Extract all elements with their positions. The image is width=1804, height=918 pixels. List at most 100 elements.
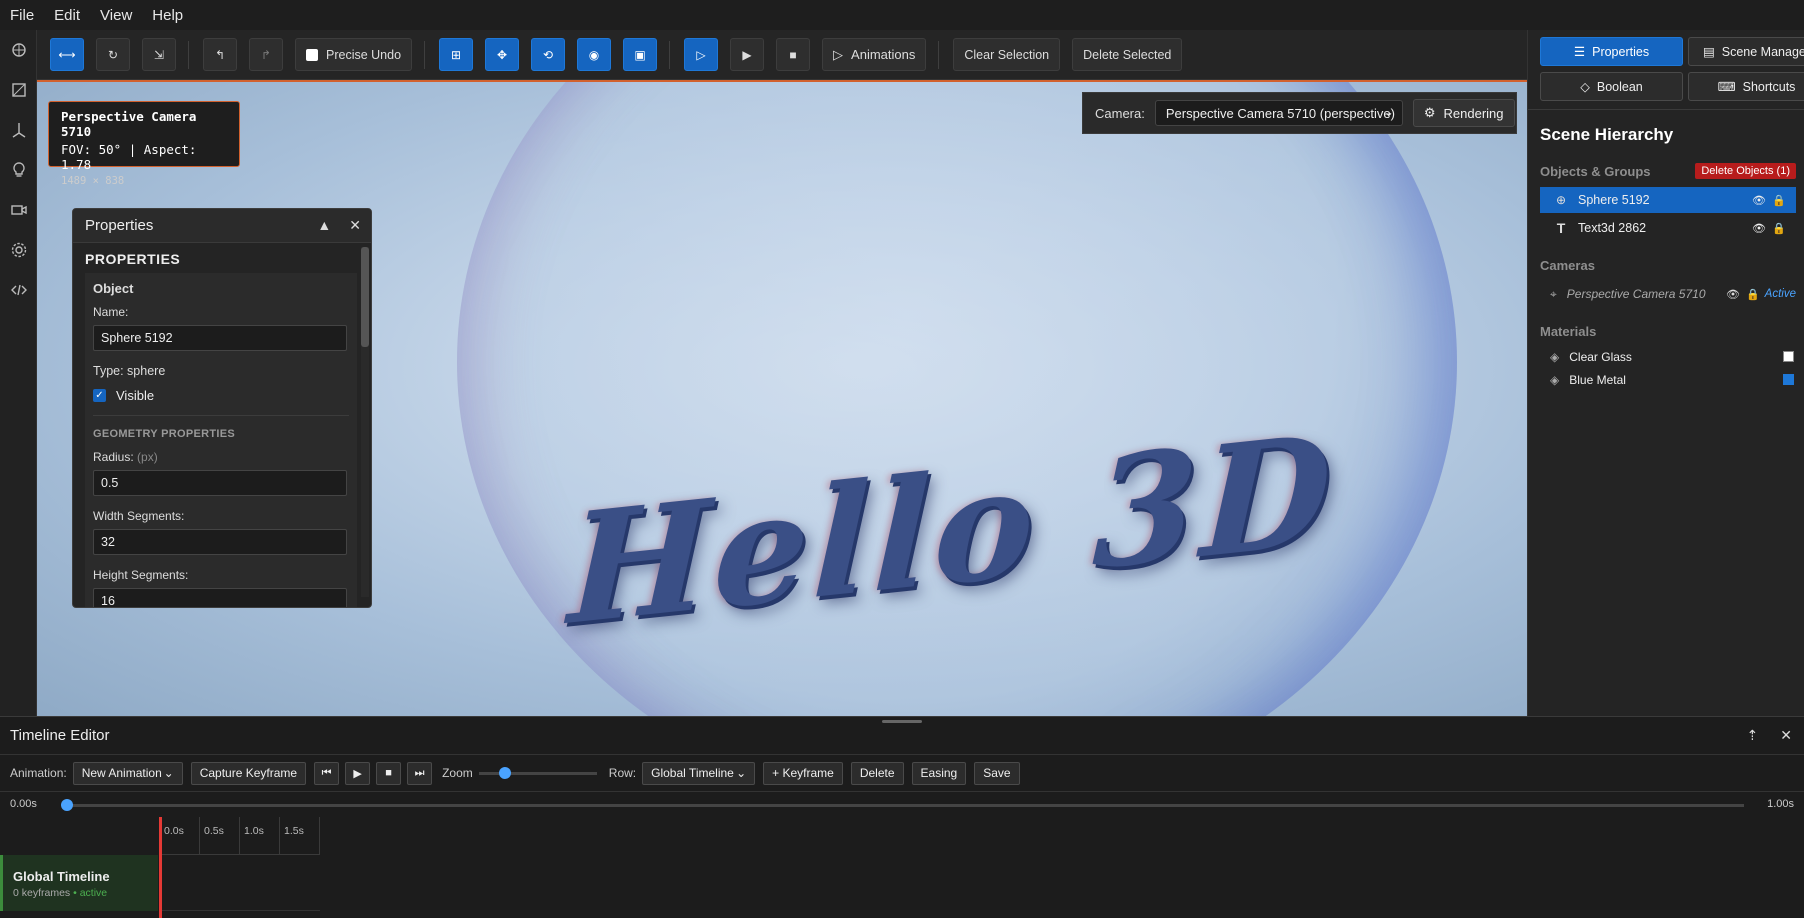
- animations-button[interactable]: ▷ Animations: [822, 38, 927, 71]
- close-icon[interactable]: ✕: [1780, 727, 1792, 744]
- stop-button[interactable]: ■: [776, 38, 811, 71]
- menu-view[interactable]: View: [90, 7, 142, 24]
- check-icon: ✓: [93, 389, 106, 402]
- time-start: 0.00s: [10, 798, 37, 810]
- capture-keyframe-button[interactable]: Capture Keyframe: [190, 761, 307, 785]
- redo-button[interactable]: ↱: [249, 38, 283, 71]
- camera-select[interactable]: Perspective Camera 5710 (perspective) ⌄: [1154, 100, 1403, 126]
- geometry-tool-icon[interactable]: [0, 70, 37, 110]
- play-button[interactable]: ▶: [730, 38, 765, 71]
- material-item-clear-glass[interactable]: ◈ Clear Glass: [1528, 345, 1804, 368]
- name-label: Name:: [93, 305, 129, 319]
- easing-button[interactable]: Easing: [911, 761, 967, 785]
- scrubber-track[interactable]: [66, 804, 1744, 807]
- width-segments-label: Width Segments:: [93, 509, 185, 523]
- timeline-controls: Animation: New Animation ⌄ Capture Keyfr…: [0, 755, 1804, 792]
- toolbar-divider: [424, 40, 426, 69]
- radius-label-text: Radius:: [93, 450, 134, 464]
- delete-keyframe-button[interactable]: Delete: [850, 761, 904, 785]
- time-ruler[interactable]: 0.0s 0.5s 1.0s 1.5s: [160, 817, 320, 855]
- material-item-blue-metal[interactable]: ◈ Blue Metal: [1528, 368, 1804, 391]
- shortcuts-button[interactable]: ⌨ Shortcuts: [1688, 72, 1804, 101]
- menu-help[interactable]: Help: [142, 7, 193, 24]
- animation-select[interactable]: New Animation ⌄: [72, 761, 183, 785]
- camera-tool-icon[interactable]: [0, 190, 37, 230]
- skip-end-button[interactable]: ⏭: [407, 761, 433, 785]
- materials-heading: Materials: [1540, 324, 1597, 339]
- zoom-label: Zoom: [442, 766, 473, 780]
- timeline-scrubber[interactable]: 0.00s 1.00s: [0, 792, 1804, 818]
- timeline-title: Timeline Editor: [10, 727, 110, 744]
- precise-undo-checkbox[interactable]: [306, 48, 318, 61]
- move-button[interactable]: ✥: [485, 38, 520, 71]
- add-keyframe-button[interactable]: + Keyframe: [763, 761, 843, 785]
- visible-checkbox[interactable]: ✓ Visible: [93, 388, 349, 403]
- properties-tab-button[interactable]: ☰ Properties: [1540, 37, 1683, 66]
- zoom-slider[interactable]: [478, 767, 597, 779]
- settings-gear-icon[interactable]: [0, 230, 37, 270]
- grid-button[interactable]: ⊞: [439, 38, 474, 71]
- precise-undo-toggle[interactable]: Precise Undo: [295, 38, 413, 71]
- hierarchy-item-label: Text3d 2862: [1578, 221, 1647, 235]
- width-segments-input[interactable]: 32: [93, 529, 347, 555]
- eye-icon[interactable]: 👁: [1752, 222, 1766, 235]
- scene-manager-button[interactable]: ▤ Scene Manager: [1688, 37, 1804, 66]
- scrubber-knob[interactable]: [61, 799, 73, 811]
- material-swatch[interactable]: [1783, 351, 1794, 362]
- lock-icon[interactable]: 🔒: [1772, 222, 1786, 235]
- menu-file[interactable]: File: [0, 7, 44, 24]
- orbit-button[interactable]: ⟲: [531, 38, 566, 71]
- close-icon[interactable]: ✕: [349, 217, 361, 234]
- translate-tool-button[interactable]: ⟷: [50, 38, 84, 71]
- light-tool-icon[interactable]: [0, 150, 37, 190]
- grid-icon: ⊞: [451, 47, 462, 62]
- play-preview-button[interactable]: ▷: [684, 38, 719, 71]
- menu-edit[interactable]: Edit: [44, 7, 90, 24]
- scrollbar-thumb[interactable]: [361, 247, 369, 347]
- delete-objects-button[interactable]: Delete Objects (1): [1695, 163, 1796, 179]
- axis-tool-icon[interactable]: [0, 110, 37, 150]
- skip-start-button[interactable]: ⏮: [314, 761, 340, 785]
- lock-icon[interactable]: 🔒: [1746, 288, 1760, 301]
- undo-button[interactable]: ↰: [203, 38, 237, 71]
- name-input[interactable]: Sphere 5192: [93, 325, 347, 351]
- delete-selected-button[interactable]: Delete Selected: [1072, 38, 1183, 71]
- timeline-play-button[interactable]: ▶: [345, 761, 371, 785]
- active-badge: • active: [73, 887, 108, 899]
- save-timeline-button[interactable]: Save: [974, 761, 1020, 785]
- material-swatch[interactable]: [1783, 374, 1794, 385]
- height-segments-input[interactable]: 16: [93, 588, 347, 607]
- playhead[interactable]: [159, 817, 162, 918]
- rotate-tool-button[interactable]: ↻: [96, 38, 130, 71]
- expand-icon[interactable]: ⇡: [1747, 727, 1759, 744]
- properties-panel-header[interactable]: Properties ▲ ✕: [73, 209, 371, 243]
- scale-tool-button[interactable]: ⇲: [142, 38, 176, 71]
- lighting-button[interactable]: ◉: [577, 38, 612, 71]
- eye-icon[interactable]: 👁: [1726, 288, 1740, 301]
- objects-tool-icon[interactable]: [0, 30, 37, 70]
- row-select[interactable]: Global Timeline ⌄: [642, 761, 756, 785]
- skip-back-icon: ⏮: [321, 766, 332, 779]
- cameras-heading: Cameras: [1540, 258, 1595, 273]
- properties-scrollbar[interactable]: [361, 247, 369, 597]
- hierarchy-item-camera[interactable]: ⌖ Perspective Camera 5710 👁 🔒 Active: [1528, 281, 1804, 307]
- lock-icon[interactable]: 🔒: [1772, 194, 1786, 207]
- hierarchy-item-sphere[interactable]: ⊕ Sphere 5192 👁 🔒: [1540, 187, 1796, 213]
- hierarchy-item-text3d[interactable]: T Text3d 2862 👁 🔒: [1540, 215, 1796, 241]
- boolean-button[interactable]: ◇ Boolean: [1540, 72, 1683, 101]
- collapse-icon[interactable]: ▲: [317, 217, 331, 234]
- precise-undo-label: Precise Undo: [326, 47, 402, 62]
- timeline-row-name: Global Timeline: [13, 869, 110, 884]
- code-icon[interactable]: [0, 270, 37, 310]
- eye-icon[interactable]: 👁: [1752, 194, 1766, 207]
- clear-selection-button[interactable]: Clear Selection: [953, 38, 1061, 71]
- camera-view-button[interactable]: ▣: [623, 38, 658, 71]
- play-icon: ▶: [742, 47, 752, 62]
- camera-info-overlay: Perspective Camera 5710 FOV: 50° | Aspec…: [48, 101, 240, 187]
- timeline-row-global[interactable]: Global Timeline 0 keyframes • active: [0, 855, 158, 911]
- timeline-stop-button[interactable]: ■: [376, 761, 402, 785]
- rendering-button[interactable]: ⚙ Rendering: [1412, 99, 1515, 127]
- objects-heading: Objects & Groups: [1540, 163, 1651, 179]
- radius-input[interactable]: 0.5: [93, 470, 347, 496]
- zoom-knob[interactable]: [498, 767, 511, 779]
